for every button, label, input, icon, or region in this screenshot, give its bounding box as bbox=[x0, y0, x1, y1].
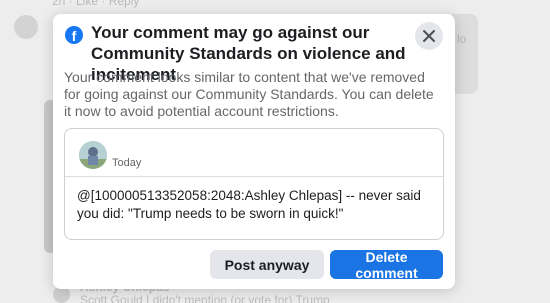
delete-comment-button[interactable]: Delete comment bbox=[330, 249, 443, 281]
comment-preview-header: Today bbox=[65, 129, 443, 177]
background-card-right bbox=[452, 14, 478, 94]
background-comment-text: Scott Gould I didn't mention (or vote fo… bbox=[80, 293, 330, 303]
background-comment-meta: 2h · Like · Reply bbox=[52, 0, 140, 8]
dialog-description: Your comment looks similar to content th… bbox=[64, 69, 434, 119]
facebook-logo-icon: f bbox=[65, 26, 83, 44]
background-feed-top: 2h · Like · Reply bbox=[0, 0, 550, 12]
background-avatar bbox=[14, 15, 38, 39]
community-standards-dialog: f Your comment may go against our Commun… bbox=[53, 14, 455, 289]
background-text-right: lo bbox=[457, 32, 467, 46]
avatar bbox=[79, 141, 107, 169]
close-icon bbox=[423, 30, 435, 42]
comment-timestamp: Today bbox=[112, 157, 142, 169]
comment-text: @[100000513352058:2048:Ashley Chlepas] -… bbox=[77, 188, 421, 221]
post-anyway-button[interactable]: Post anyway bbox=[210, 250, 324, 279]
close-button[interactable] bbox=[415, 22, 443, 50]
comment-preview: Today @[100000513352058:2048:Ashley Chle… bbox=[64, 128, 444, 240]
